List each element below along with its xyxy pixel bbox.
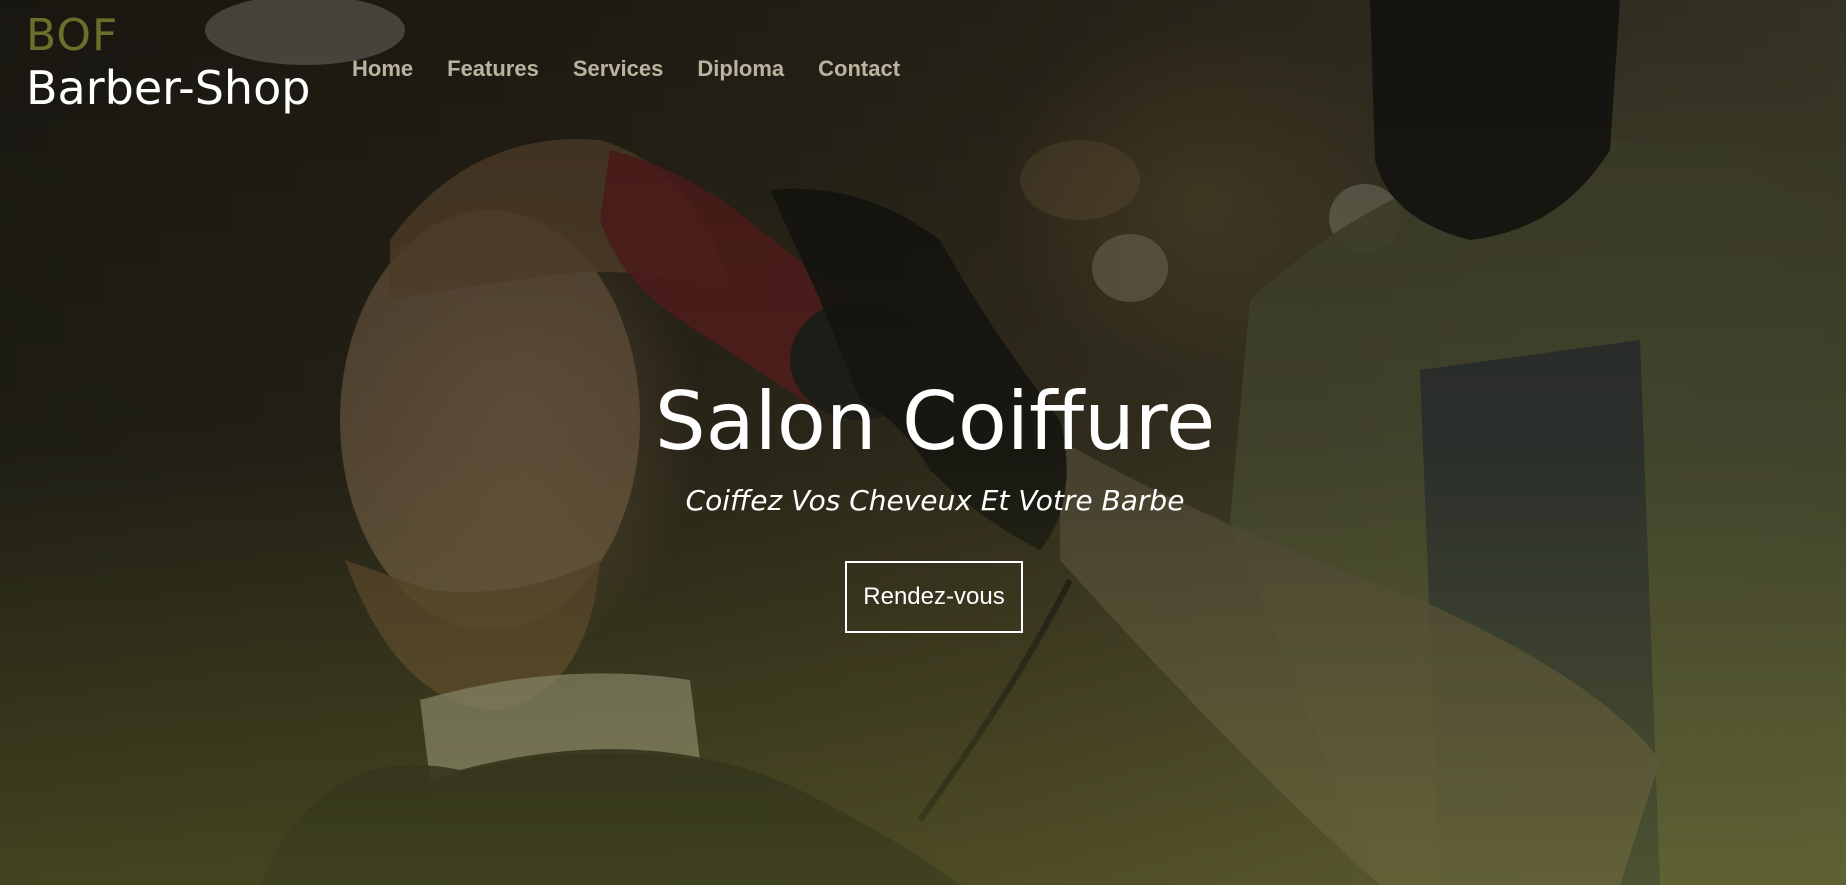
brand-logo-top: BOF xyxy=(26,10,119,61)
nav-features-link[interactable]: Features xyxy=(447,56,539,82)
brand-logo-bottom: Barber-Shop xyxy=(26,61,311,115)
nav-home-link[interactable]: Home xyxy=(352,56,413,82)
nav-services-link[interactable]: Services xyxy=(573,56,664,82)
hero-subtitle: Coiffez Vos Cheveux Et Votre Barbe xyxy=(685,484,1185,517)
hero-section: BOF Barber-Shop Home Features Services D… xyxy=(0,0,1846,885)
main-nav: Home Features Services Diploma Contact xyxy=(352,56,934,82)
nav-contact-link[interactable]: Contact xyxy=(818,56,900,82)
brand-logo[interactable]: BOF Barber-Shop xyxy=(26,10,310,114)
nav-diploma-link[interactable]: Diploma xyxy=(697,56,784,82)
appointment-button[interactable]: Rendez-vous xyxy=(845,561,1023,633)
hero-title: Salon Coiffure xyxy=(654,375,1216,468)
